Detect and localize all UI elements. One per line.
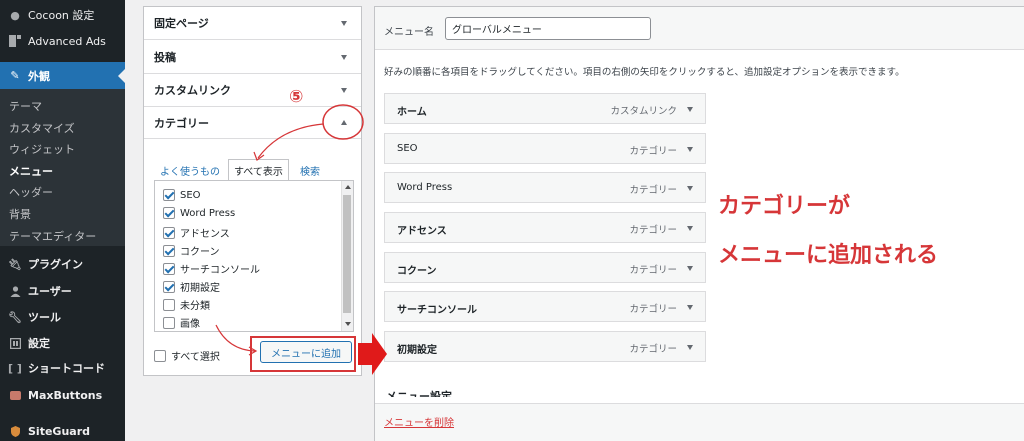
block-arrow-icon: [358, 333, 387, 375]
highlight-circle: [322, 104, 364, 140]
curved-arrow-icon: [257, 123, 324, 159]
annotation-overlay: [215, 104, 387, 375]
